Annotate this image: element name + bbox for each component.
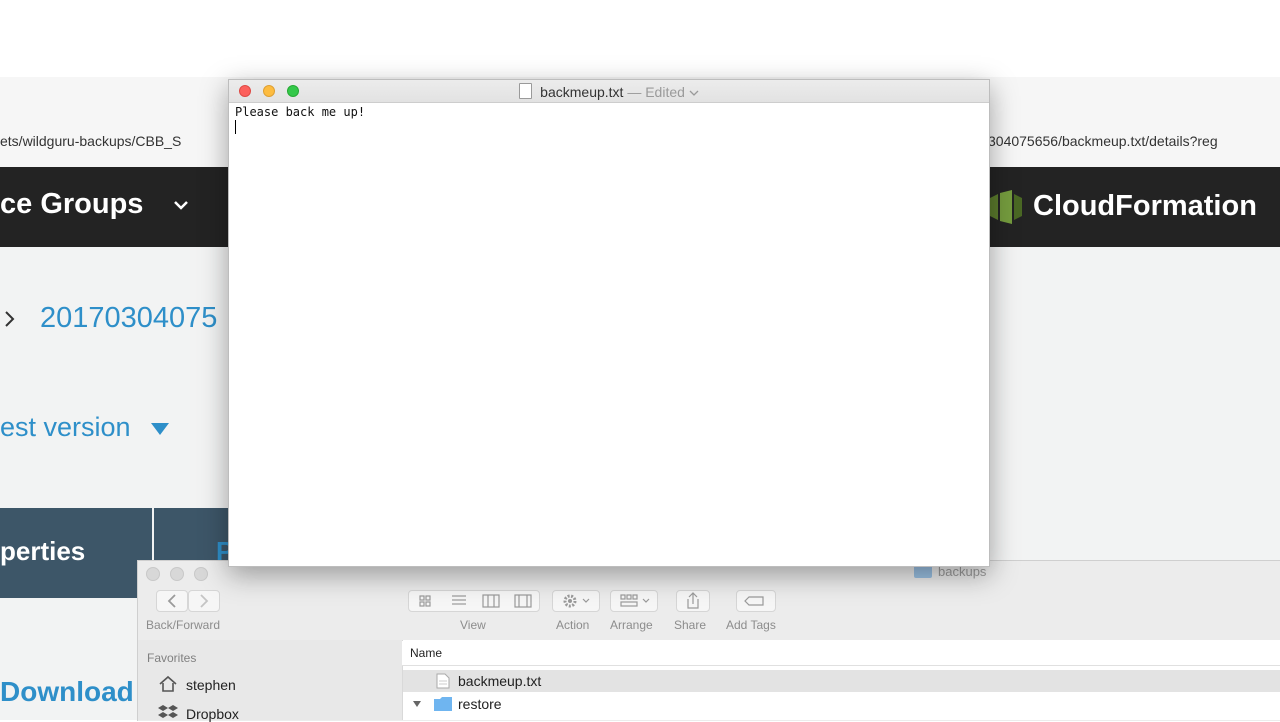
share-icon (687, 592, 699, 609)
sidebar-item-stephen[interactable]: stephen (186, 677, 236, 693)
chevron-right-icon (5, 311, 15, 327)
nav-resource-groups[interactable]: ce Groups (0, 188, 143, 221)
address-bar-url-left[interactable]: ets/wildguru-backups/CBB_S (0, 133, 181, 149)
tag-icon (744, 596, 764, 606)
chevron-down-icon[interactable] (172, 196, 190, 214)
view-mode-icons (419, 594, 532, 608)
window-title-filename: backmeup.txt (540, 84, 624, 100)
arrange-icon (620, 594, 650, 607)
arrange-label: Arrange (610, 618, 653, 632)
text-file-icon (436, 673, 450, 689)
gear-icon (563, 594, 590, 608)
home-icon (159, 675, 177, 692)
disclosure-triangle-icon[interactable] (412, 699, 422, 709)
textedit-titlebar[interactable]: backmeup.txt — Edited (229, 80, 989, 103)
back-forward-label: Back/Forward (146, 618, 221, 632)
caret-down-icon[interactable] (150, 422, 170, 436)
address-bar-url-right[interactable]: 304075656/backmeup.txt/details?reg (988, 133, 1218, 149)
cloudformation-icon (990, 190, 1022, 224)
finder-zoom-button[interactable] (194, 567, 208, 581)
view-label: View (460, 618, 486, 632)
action-label: Action (556, 618, 590, 632)
forward-button[interactable] (188, 590, 220, 612)
arrange-button[interactable] (610, 590, 658, 612)
document-text-area[interactable]: Please back me up! (235, 105, 365, 119)
chevron-left-icon (167, 594, 176, 608)
action-button[interactable] (552, 590, 600, 612)
folder-row-restore[interactable] (403, 693, 1280, 715)
chevron-right-icon (200, 594, 209, 608)
tab-properties-label: perties (0, 536, 86, 566)
view-segmented-control[interactable] (408, 590, 540, 612)
finder-minimize-button[interactable] (170, 567, 184, 581)
folder-name: restore (458, 696, 502, 712)
breadcrumb-folder-link[interactable]: 20170304075 (40, 302, 217, 335)
add-tags-label: Add Tags (726, 618, 776, 632)
text-caret (235, 120, 236, 134)
document-icon (519, 83, 533, 99)
file-name: backmeup.txt (458, 673, 542, 689)
title-separator: — (627, 84, 642, 100)
column-header (402, 641, 1280, 666)
favorites-heading: Favorites (147, 651, 197, 665)
add-tags-button[interactable] (736, 590, 776, 612)
back-button[interactable] (156, 590, 188, 612)
latest-version-dropdown[interactable]: est version (0, 412, 131, 443)
dropbox-icon (158, 705, 178, 718)
finder-close-button[interactable] (146, 567, 160, 581)
share-button[interactable] (676, 590, 710, 612)
window-title[interactable]: backmeup.txt — Edited (229, 83, 989, 100)
nav-cloudformation[interactable]: CloudFormation (1033, 190, 1257, 223)
folder-icon (434, 697, 452, 711)
edited-status: Edited (645, 84, 685, 100)
download-link[interactable]: Download (0, 676, 134, 708)
textedit-window: backmeup.txt — Edited Please back me up! (228, 79, 990, 567)
share-label: Share (674, 618, 707, 632)
chevron-down-icon[interactable] (689, 89, 699, 97)
column-header-name[interactable]: Name (410, 646, 442, 660)
